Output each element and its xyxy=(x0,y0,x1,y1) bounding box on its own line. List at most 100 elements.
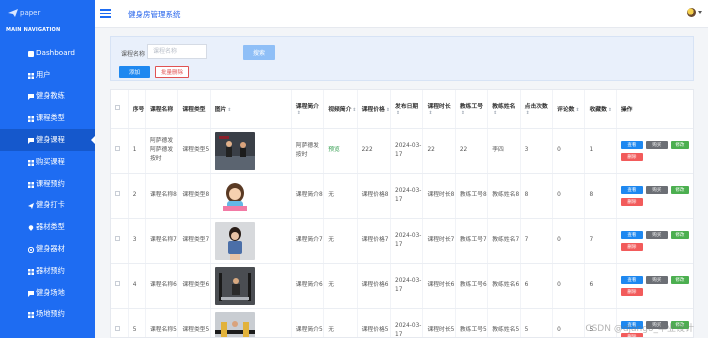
sort-icon[interactable]: ⇕ xyxy=(493,111,497,116)
course-image[interactable] xyxy=(214,311,255,338)
sidebar-item[interactable]: 健身课程 xyxy=(0,129,96,151)
cell-text: 7 xyxy=(589,237,594,243)
sort-icon[interactable]: ⇕ xyxy=(227,108,231,113)
edit-button[interactable]: 修改 xyxy=(670,185,689,194)
user-avatar[interactable] xyxy=(687,8,696,17)
cell-text: 阿萨德发按时 xyxy=(295,142,319,158)
menu-toggle-icon[interactable] xyxy=(100,9,111,18)
column-header[interactable]: 教练工号⇕ xyxy=(455,90,489,129)
column-header[interactable]: 收藏数⇕ xyxy=(584,90,617,129)
cell-text: 教练工号7 xyxy=(459,237,487,243)
app-logo[interactable]: paper xyxy=(0,0,95,26)
column-header[interactable] xyxy=(111,90,129,129)
column-header[interactable]: 视频简介⇕ xyxy=(323,90,358,129)
sort-icon[interactable]: ⇕ xyxy=(297,111,301,116)
sidebar-item[interactable]: 器材类型 xyxy=(0,216,95,238)
cell-text: 无 xyxy=(328,327,334,333)
column-header[interactable]: 图片⇕ xyxy=(210,90,292,129)
cell-duration: 课程时长6 xyxy=(422,263,456,309)
logo-text: paper xyxy=(20,9,41,17)
cell-text: 22 xyxy=(459,147,468,153)
buy-button[interactable]: 购买 xyxy=(645,275,668,284)
cell-name: 课程名称7 xyxy=(145,218,179,264)
row-checkbox[interactable] xyxy=(115,236,120,241)
cell-text: 8 xyxy=(589,192,594,198)
buy-button[interactable]: 购买 xyxy=(645,140,668,149)
sort-icon[interactable]: ⇕ xyxy=(428,111,432,116)
search-button[interactable]: 搜索 xyxy=(243,45,275,60)
sort-icon[interactable]: ⇕ xyxy=(396,111,400,116)
delete-button[interactable]: 删除 xyxy=(620,287,643,296)
cell-text[interactable]: 预览 xyxy=(328,147,340,153)
column-header[interactable]: 课程时长⇕ xyxy=(422,90,456,129)
cell-clicks: 8 xyxy=(520,173,554,219)
sidebar-item[interactable]: Dashboard xyxy=(0,42,95,64)
row-checkbox[interactable] xyxy=(115,326,120,331)
sidebar-item[interactable]: 购买课程 xyxy=(0,151,95,173)
row-checkbox[interactable] xyxy=(115,146,120,151)
cell-coach-name: 教练姓名7 xyxy=(487,218,521,264)
sidebar-item[interactable]: 课程预约 xyxy=(0,173,95,195)
cell-text: 课程名称7 xyxy=(149,237,177,243)
row-checkbox[interactable] xyxy=(115,191,120,196)
cell-duration: 课程时长5 xyxy=(422,308,456,337)
delete-button[interactable]: 删除 xyxy=(620,197,643,206)
edit-button[interactable]: 修改 xyxy=(670,230,689,239)
view-button[interactable]: 查看 xyxy=(620,275,643,284)
delete-button[interactable]: 删除 xyxy=(620,152,643,161)
sort-icon[interactable]: ⇕ xyxy=(386,108,390,113)
buy-button[interactable]: 购买 xyxy=(645,230,668,239)
view-button[interactable]: 查看 xyxy=(620,230,643,239)
sidebar-item[interactable]: 器材预约 xyxy=(0,260,95,282)
view-button[interactable]: 查看 xyxy=(620,140,643,149)
add-button[interactable]: 添加 xyxy=(119,66,150,78)
cell-text: 0 xyxy=(557,237,561,243)
cell-text: 课程价格7 xyxy=(361,237,389,243)
delete-button[interactable]: 删除 xyxy=(620,242,643,251)
row-checkbox[interactable] xyxy=(115,281,120,286)
column-header-label: 课程简介 xyxy=(295,104,319,111)
sidebar-item[interactable]: 用户 xyxy=(0,64,95,86)
sort-icon[interactable]: ⇕ xyxy=(461,111,465,116)
course-image[interactable] xyxy=(214,131,255,170)
sidebar-item-label: 课程预约 xyxy=(36,178,65,188)
course-name-search-input[interactable] xyxy=(147,44,207,59)
edit-button[interactable]: 修改 xyxy=(670,140,689,149)
sort-icon[interactable]: ⇕ xyxy=(575,108,579,113)
bulk-delete-button[interactable]: 批量删除 xyxy=(155,66,189,78)
table-row: 3 课程名称7 课程类型7 课程简介7 无 课程价格7 2024-03-17 课程时长7 教练工… xyxy=(111,218,693,264)
caret-down-icon[interactable] xyxy=(698,11,702,14)
cell-text: 无 xyxy=(328,237,334,243)
sort-icon[interactable]: ⇕ xyxy=(608,108,612,113)
table-row: 2 课程名称8 课程类型8 课程简介8 无 课程价格8 2024-03-17 课程时长8 教练工… xyxy=(111,173,693,219)
column-header[interactable]: 点击次数⇕ xyxy=(520,90,554,129)
sidebar-item[interactable]: 健身打卡 xyxy=(0,195,95,217)
table-row: 1 阿萨德发阿萨德发按时 课程类型5 阿萨德发按时 预览 222 2024-03-17 22 2… xyxy=(111,128,693,174)
column-header[interactable]: 发布日期⇕ xyxy=(390,90,424,129)
sidebar-item[interactable]: 健身器材 xyxy=(0,238,95,260)
buy-button[interactable]: 购买 xyxy=(645,185,668,194)
course-image[interactable] xyxy=(214,266,255,305)
select-all-checkbox[interactable] xyxy=(115,105,120,111)
column-header[interactable]: 课程价格⇕ xyxy=(357,90,392,129)
sort-icon[interactable]: ⇕ xyxy=(526,111,530,116)
course-image[interactable] xyxy=(214,176,255,215)
cell-date: 2024-03-17 xyxy=(390,173,424,219)
cell-duration: 课程时长7 xyxy=(422,218,456,264)
view-button[interactable]: 查看 xyxy=(620,185,643,194)
column-header[interactable]: 课程简介⇕ xyxy=(291,90,325,129)
row-checkbox-cell xyxy=(111,173,129,219)
column-header[interactable]: 教练姓名⇕ xyxy=(487,90,521,129)
column-header[interactable]: 评论数⇕ xyxy=(552,90,586,129)
cell-favorites: 8 xyxy=(584,173,617,219)
actions-cell: 查看 购买 修改删除 xyxy=(616,218,693,264)
edit-button[interactable]: 修改 xyxy=(670,275,689,284)
sidebar-item[interactable]: 场地预约 xyxy=(0,304,95,326)
sidebar-item[interactable]: 健身场地 xyxy=(0,282,95,304)
chat-icon xyxy=(28,93,34,101)
cell-duration: 22 xyxy=(422,128,456,174)
course-image[interactable] xyxy=(214,221,255,260)
sort-icon[interactable]: ⇕ xyxy=(352,108,356,113)
sidebar-item[interactable]: 健身教练 xyxy=(0,86,95,108)
sidebar-item[interactable]: 课程类型 xyxy=(0,107,95,129)
